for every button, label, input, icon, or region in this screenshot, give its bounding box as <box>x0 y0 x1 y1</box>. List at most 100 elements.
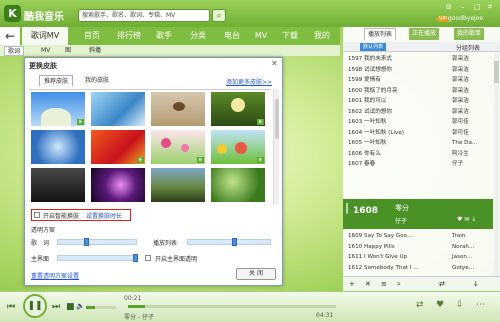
subtab-pictures[interactable]: 图 <box>62 46 74 56</box>
new-badge: 新 <box>77 119 84 125</box>
playlist-row[interactable]: 1601 我的可以 郭采洁 <box>343 96 493 107</box>
skin-thumb-purple-sparkle[interactable] <box>91 168 145 202</box>
playlist-row[interactable]: 1611 I Won't Give Up Jason… <box>343 252 493 263</box>
track-title: 1611 I Won't Give Up <box>348 254 408 260</box>
track-title: 1601 我的可以 <box>348 98 387 104</box>
playlist-row[interactable]: 1605 一叶知秋 The Da… <box>343 138 493 149</box>
playlist-row[interactable]: 1604 一叶知秋 (Live) 郭可佳 <box>343 128 493 139</box>
skin-thumb-dark[interactable] <box>31 168 85 202</box>
playlist-row[interactable]: 1598 试试想想你 郭采洁 <box>343 65 493 76</box>
skin-thumb-nature-panorama[interactable] <box>151 168 205 202</box>
tab-mine[interactable]: 我的 <box>308 27 336 45</box>
skin-thumb-blue-light[interactable] <box>31 130 85 164</box>
find-icon[interactable]: ⌕ <box>397 280 401 289</box>
now-playing-row[interactable]: | 1608 零分 仔子 ♥ ✉ ↓ <box>343 199 493 229</box>
skin-thumb-butterfly[interactable] <box>151 92 205 126</box>
add-more-skins-link[interactable]: 添加更多皮肤>> <box>226 77 272 86</box>
playlist-row[interactable]: 1599 爱情有 郭采洁 <box>343 75 493 86</box>
group-list-button[interactable]: 分组列表 <box>456 43 480 52</box>
menu-icon[interactable]: ≡ <box>381 280 387 288</box>
main-transparent-checkbox[interactable] <box>145 255 151 261</box>
stop-icon[interactable]: ■ <box>66 302 75 312</box>
playlist-row[interactable]: 1610 Happy Pills Norah… <box>343 242 493 253</box>
default-list-button[interactable]: 默认列表 <box>360 43 387 51</box>
tab-my-lists[interactable]: 我的歌单 <box>454 28 485 40</box>
skin-thumb-wave-blue[interactable] <box>91 92 145 126</box>
skin-thumb-red-orange[interactable]: 新 <box>91 130 145 164</box>
skin-thumb-cartoon-garden[interactable]: 新 <box>211 130 265 164</box>
search-input[interactable]: 搜索歌手、歌名、歌词、专辑、MV <box>78 9 210 22</box>
playlist-scrollbar[interactable] <box>494 53 499 279</box>
playlist-row[interactable]: 1603 一叶知秋 郭可佳 <box>343 117 493 128</box>
playlist-row[interactable]: 1600 我惦了的月亮 郭采洁 <box>343 86 493 97</box>
playlist-row[interactable]: 1607 春春 仔子 <box>343 159 493 170</box>
dialog-close-icon[interactable]: ✕ <box>271 59 278 68</box>
close-dialog-button[interactable]: 关 闭 <box>236 268 276 280</box>
subtab-lyrics[interactable]: 歌词 <box>4 46 25 56</box>
shuffle-mode-icon[interactable]: ⇄ <box>416 300 424 310</box>
pause-button[interactable]: ❚❚ <box>23 294 47 318</box>
tab-radio[interactable]: 电台 <box>218 27 246 45</box>
main-transparency-slider[interactable] <box>57 254 138 262</box>
playlist-slider-knob[interactable] <box>232 238 237 246</box>
volume-slider[interactable] <box>86 306 116 309</box>
skin-thumb-sky-blue[interactable]: 新 <box>31 92 85 126</box>
more-icon[interactable]: ⋯ <box>476 300 485 310</box>
tab-categories[interactable]: 分类 <box>184 27 212 45</box>
back-arrow-icon[interactable]: ← <box>0 27 20 45</box>
skin-icon[interactable]: ⊟ <box>446 3 452 11</box>
skin-thumb-pink-flower[interactable]: 新 <box>151 130 205 164</box>
playlist-row[interactable]: 1609 Say To Say Goo… Train <box>343 231 493 242</box>
progress-fill <box>128 305 145 308</box>
subtab-slideshow[interactable]: 斜播 <box>86 46 104 56</box>
previous-icon[interactable]: ⏮ <box>7 302 15 312</box>
username[interactable]: goodbyejoe <box>448 15 483 22</box>
minimize-icon[interactable]: – <box>461 3 465 11</box>
download-icon[interactable]: ↓ <box>473 280 479 288</box>
tab-charts[interactable]: 排行榜 <box>112 27 146 45</box>
shuffle-icon[interactable]: ⇄ <box>439 280 445 288</box>
subtab-mv[interactable]: MV <box>38 46 53 56</box>
playlist-scroll-thumb[interactable] <box>494 61 499 83</box>
tab-recommended-skins[interactable]: 推荐皮肤 <box>39 75 74 86</box>
tab-playlist[interactable]: 播放列表 <box>364 28 397 40</box>
playlist-row[interactable]: 1612 Somebody That I … Gotye… <box>343 263 493 274</box>
skin-scrollbar[interactable] <box>273 89 279 205</box>
playlist-row[interactable]: 1597 我的未来式 郭采洁 <box>343 54 493 65</box>
lyrics-slider-knob[interactable] <box>84 238 89 246</box>
main-nav: ← 歌词MV 首页 排行榜 歌手 分类 电台 MV 下载 我的 <box>0 27 340 45</box>
next-icon[interactable]: ⏭ <box>52 302 60 312</box>
tab-lyrics-mv[interactable]: 歌词MV <box>22 27 68 45</box>
playlist-row[interactable]: 1602 试试的想你 郭采洁 <box>343 107 493 118</box>
tab-mv[interactable]: MV <box>250 27 272 45</box>
progress-bar[interactable] <box>128 305 336 308</box>
delete-icon[interactable]: ✕ <box>365 280 371 288</box>
smart-skin-checkbox[interactable] <box>34 212 40 218</box>
tab-now-playing[interactable]: 正在播放 <box>409 28 440 40</box>
lyrics-transparency-slider[interactable] <box>57 238 137 246</box>
tab-download[interactable]: 下载 <box>276 27 304 45</box>
skin-thumb-forest-green[interactable] <box>211 168 265 202</box>
skin-interval-link[interactable]: 设置换肤时长 <box>86 211 122 220</box>
app-logo: K <box>4 5 21 22</box>
now-playing-actions-icon[interactable]: ♥ ✉ ↓ <box>457 216 476 223</box>
close-icon[interactable]: ✕ <box>487 3 493 11</box>
track-artist: Norah… <box>452 243 475 250</box>
playlist-transparency-slider[interactable] <box>187 238 271 246</box>
skin-thumb-green-sunset[interactable]: 新 <box>211 92 265 126</box>
add-icon[interactable]: + <box>349 280 355 288</box>
playlist-row[interactable]: 1606 你有么 阿冷生 <box>343 149 493 160</box>
track-artist: 郭采洁 <box>452 98 469 104</box>
favorite-icon[interactable]: ♥ <box>436 300 444 310</box>
player-download-icon[interactable]: ⇩ <box>456 300 464 310</box>
main-slider-knob[interactable] <box>133 254 138 262</box>
playlist-transparency-label: 播放列表 <box>153 240 178 247</box>
tab-home[interactable]: 首页 <box>78 27 106 45</box>
search-icon[interactable]: ⌕ <box>212 9 226 22</box>
skin-scroll-thumb[interactable] <box>275 99 279 139</box>
reset-transparency-link[interactable]: 重置透明方案设置 <box>31 271 79 280</box>
maximize-icon[interactable]: □ <box>474 3 481 11</box>
tab-singers[interactable]: 歌手 <box>150 27 178 45</box>
volume-icon[interactable]: 🔈 <box>76 302 85 310</box>
tab-my-skins[interactable]: 我的皮肤 <box>81 75 113 86</box>
